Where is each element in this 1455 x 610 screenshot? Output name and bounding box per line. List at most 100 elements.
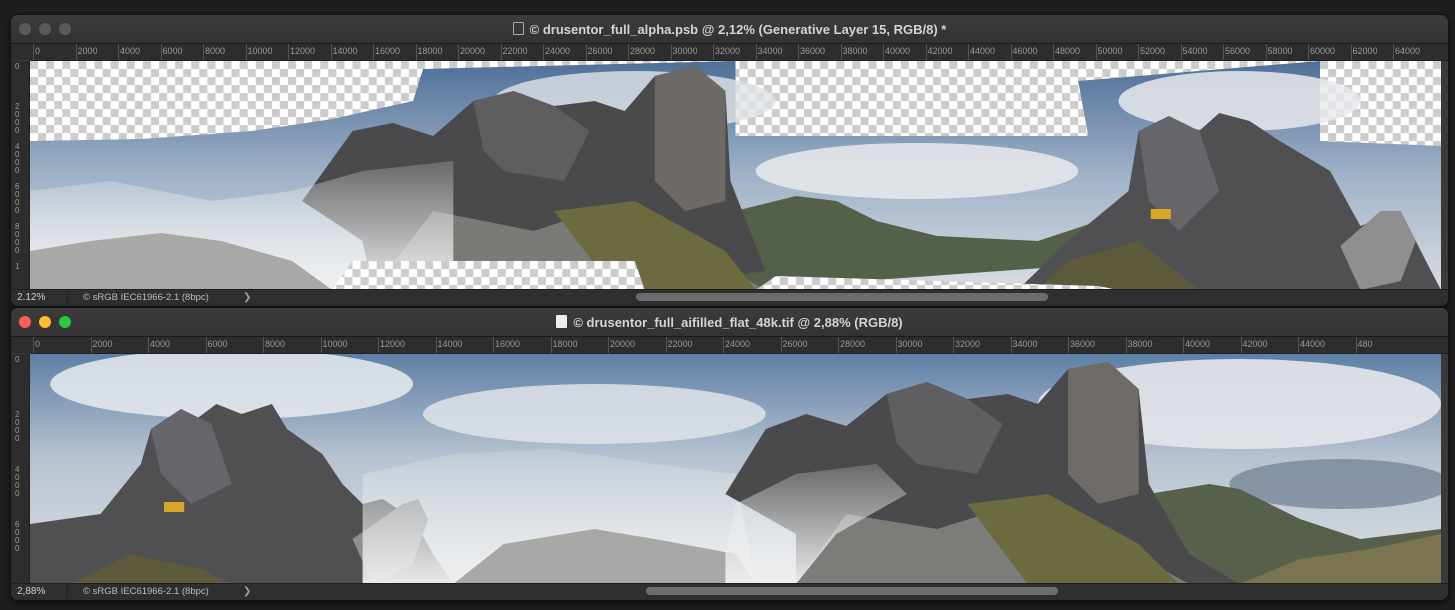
ruler-tick bbox=[203, 44, 204, 60]
vertical-scrollbar[interactable] bbox=[1442, 61, 1447, 290]
ruler-label: 20000 bbox=[610, 339, 636, 349]
scrollbar-thumb[interactable] bbox=[636, 293, 1048, 301]
ruler-label: 50000 bbox=[1097, 46, 1123, 56]
ruler-tick bbox=[585, 44, 587, 60]
ruler-label: 38000 bbox=[1127, 339, 1153, 349]
ruler-label: 46000 bbox=[1012, 46, 1038, 56]
ruler-label: 0 bbox=[15, 355, 20, 364]
ruler-label: 10000 bbox=[247, 46, 273, 56]
ruler-tick bbox=[1010, 337, 1012, 353]
ruler-label: 40000 bbox=[885, 46, 911, 56]
ruler-origin[interactable] bbox=[11, 337, 31, 353]
ruler-tick bbox=[330, 44, 332, 60]
ruler-label: 30000 bbox=[672, 46, 698, 56]
ruler-tick bbox=[798, 44, 799, 60]
ruler-tick bbox=[33, 337, 34, 353]
ruler-label: 8000 bbox=[15, 222, 20, 255]
ruler-label: 48000 bbox=[1055, 46, 1081, 56]
zoom-level[interactable]: 2,88% bbox=[17, 584, 68, 599]
ruler-tick bbox=[780, 337, 782, 353]
ruler-tick bbox=[1138, 44, 1139, 60]
horizontal-scrollbar[interactable] bbox=[261, 587, 1440, 596]
ruler-tick bbox=[1350, 44, 1352, 60]
ruler-label: 480 bbox=[1357, 339, 1373, 349]
status-menu-chevron-icon[interactable]: ❯ bbox=[243, 584, 251, 599]
ruler-label: 28000 bbox=[630, 46, 656, 56]
ruler-label: 16000 bbox=[495, 339, 521, 349]
ruler-label: 32000 bbox=[955, 339, 981, 349]
ruler-label: 12000 bbox=[290, 46, 316, 56]
ruler-tick bbox=[755, 44, 757, 60]
vertical-scrollbar[interactable] bbox=[1442, 354, 1447, 584]
ruler-tick bbox=[1183, 337, 1184, 353]
status-bar: 2.12% © sRGB IEC61966-2.1 (8bpc) ❯ bbox=[11, 289, 1448, 306]
ruler-tick bbox=[458, 44, 459, 60]
image-canvas[interactable] bbox=[30, 61, 1441, 290]
panorama-image-alpha bbox=[30, 61, 1441, 290]
ruler-label: 4000 bbox=[120, 46, 141, 56]
zoom-level[interactable]: 2.12% bbox=[17, 290, 68, 305]
window-title: © drusentor_full_aifilled_flat_48k.tif @… bbox=[11, 315, 1448, 330]
document-window-alpha[interactable]: © drusentor_full_alpha.psb @ 2,12% (Gene… bbox=[10, 14, 1449, 307]
ruler-label: 34000 bbox=[1012, 339, 1038, 349]
ruler-label: 22000 bbox=[667, 339, 693, 349]
ruler-tick bbox=[1355, 337, 1357, 353]
ruler-label: 40000 bbox=[1185, 339, 1211, 349]
ruler-tick bbox=[670, 44, 672, 60]
ruler-tick bbox=[435, 337, 437, 353]
status-menu-chevron-icon[interactable]: ❯ bbox=[243, 290, 251, 305]
title-bar[interactable]: © drusentor_full_alpha.psb @ 2,12% (Gene… bbox=[11, 15, 1448, 44]
ruler-label: 42000 bbox=[927, 46, 953, 56]
ruler-tick bbox=[205, 337, 207, 353]
ruler-tick bbox=[245, 44, 247, 60]
image-canvas[interactable] bbox=[30, 354, 1441, 584]
ruler-tick bbox=[1240, 337, 1242, 353]
ruler-origin[interactable] bbox=[11, 44, 31, 60]
scrollbar-thumb[interactable] bbox=[646, 587, 1058, 595]
ruler-label: 2000 bbox=[77, 46, 98, 56]
ruler-label: 4000 bbox=[15, 465, 20, 498]
psb-file-icon bbox=[512, 22, 524, 35]
ruler-tick bbox=[1125, 337, 1127, 353]
ruler-tick bbox=[160, 44, 162, 60]
ruler-label: 56000 bbox=[1225, 46, 1251, 56]
ruler-label: 8000 bbox=[205, 46, 226, 56]
ruler-tick bbox=[1308, 44, 1309, 60]
ruler-label: 14000 bbox=[437, 339, 463, 349]
ruler-tick bbox=[288, 44, 289, 60]
title-bar[interactable]: © drusentor_full_aifilled_flat_48k.tif @… bbox=[11, 308, 1448, 337]
ruler-tick bbox=[373, 44, 374, 60]
ruler-tick bbox=[493, 337, 494, 353]
ruler-tick bbox=[378, 337, 379, 353]
vertical-ruler[interactable]: 0 2000 4000 6000 bbox=[11, 354, 30, 584]
ruler-tick bbox=[1298, 337, 1299, 353]
ruler-label: 36000 bbox=[800, 46, 826, 56]
ruler-tick bbox=[608, 337, 609, 353]
ruler-label: 52000 bbox=[1140, 46, 1166, 56]
ruler-tick bbox=[550, 337, 552, 353]
ruler-tick bbox=[1393, 44, 1394, 60]
ruler-label: 54000 bbox=[1182, 46, 1208, 56]
ruler-label: 4000 bbox=[150, 339, 171, 349]
horizontal-scrollbar[interactable] bbox=[261, 293, 1440, 302]
horizontal-ruler[interactable]: 0 2000 4000 6000 8000 10000 12000 14000 16000 180… bbox=[31, 44, 1448, 61]
ruler-tick bbox=[953, 337, 954, 353]
vertical-ruler[interactable]: 0 2000 4000 6000 8000 1 bbox=[11, 61, 30, 290]
ruler-label: 6000 bbox=[207, 339, 228, 349]
ruler-tick bbox=[263, 337, 264, 353]
ruler-label: 14000 bbox=[332, 46, 358, 56]
ruler-tick bbox=[968, 44, 969, 60]
ruler-tick bbox=[1223, 44, 1224, 60]
ruler-label: 1 bbox=[15, 262, 20, 271]
ruler-tick bbox=[1095, 44, 1097, 60]
ruler-tick bbox=[415, 44, 417, 60]
ruler-tick bbox=[320, 337, 322, 353]
document-window-aifilled[interactable]: © drusentor_full_aifilled_flat_48k.tif @… bbox=[10, 307, 1449, 601]
ruler-tick bbox=[895, 337, 897, 353]
ruler-label: 62000 bbox=[1352, 46, 1378, 56]
horizontal-ruler[interactable]: 0 2000 4000 6000 8000 10000 12000 14000 16000 180… bbox=[31, 337, 1448, 354]
ruler-label: 18000 bbox=[417, 46, 443, 56]
ruler-tick bbox=[1265, 44, 1267, 60]
ruler-label: 2000 bbox=[15, 102, 20, 135]
ruler-tick bbox=[118, 44, 119, 60]
